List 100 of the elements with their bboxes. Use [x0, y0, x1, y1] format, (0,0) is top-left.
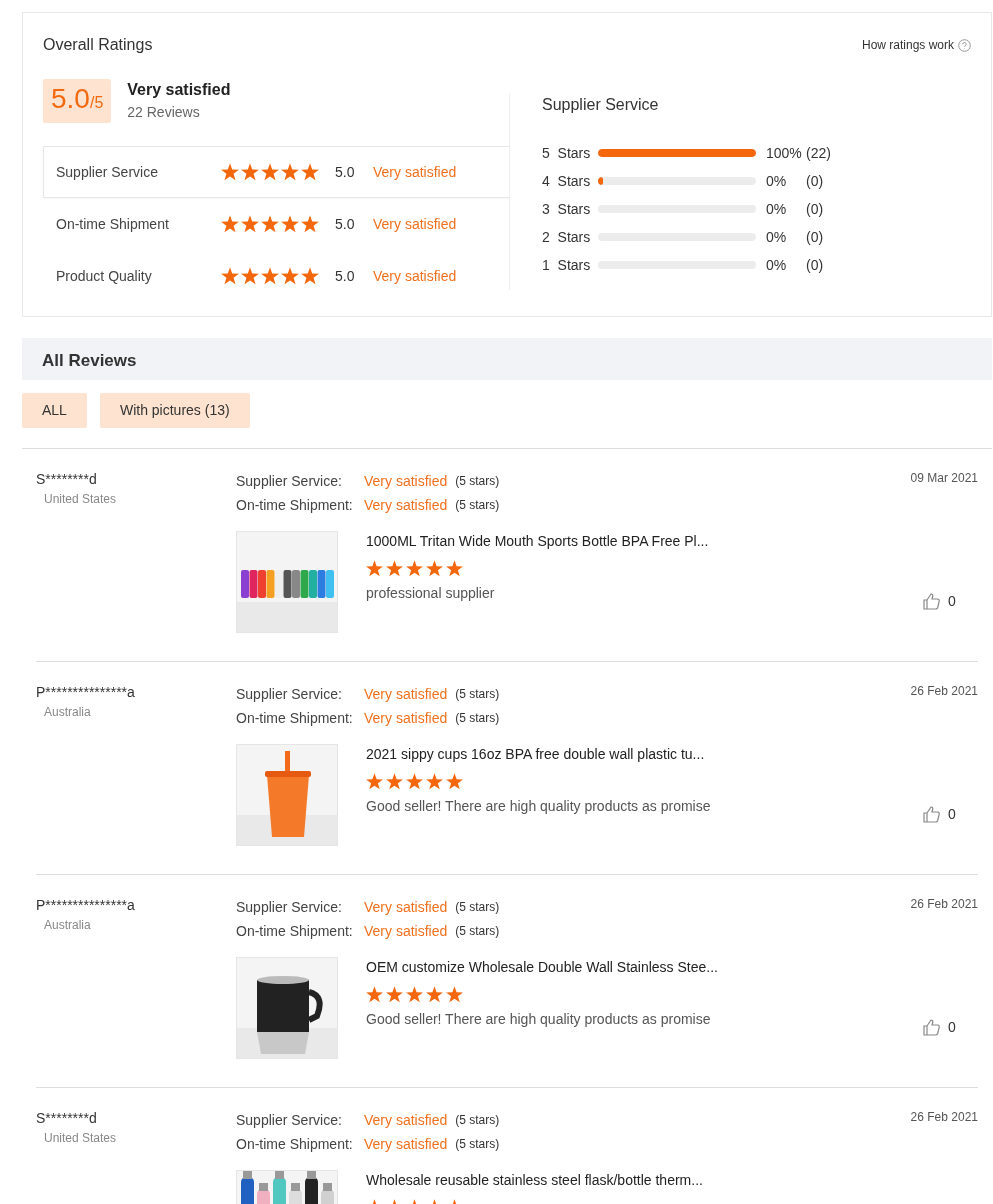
review-comment: professional supplier: [366, 584, 496, 603]
rating-verdict: Very satisfied: [373, 162, 457, 182]
rating-label: Supplier Service:: [236, 897, 343, 917]
rating-verdict: Very satisfied: [364, 1110, 448, 1130]
percent-text: 100%: [766, 143, 803, 163]
star-icon: [386, 773, 403, 790]
section-title: Overall Ratings: [43, 35, 153, 55]
rating-verdict: Very satisfied: [373, 266, 457, 286]
star-label: 1 Stars: [542, 255, 592, 275]
rating-verdict: Very satisfied: [364, 897, 448, 917]
rating-label: Supplier Service:: [236, 1110, 343, 1130]
reviewer-country: Australia: [44, 704, 92, 721]
star-icon: [281, 163, 299, 181]
filter-button[interactable]: ALL: [22, 393, 87, 428]
count-text: (0): [806, 255, 824, 275]
thumbs-up-icon[interactable]: [922, 805, 940, 823]
star-label: 2 Stars: [542, 227, 592, 247]
count-text: (0): [806, 171, 824, 191]
star-icon: [221, 215, 239, 233]
product-title[interactable]: 2021 sippy cups 16oz BPA free double wall plastic tu...: [366, 744, 922, 765]
rating-detail: (5 stars): [455, 923, 500, 940]
rating-verdict: Very satisfied: [364, 471, 448, 491]
star-icon: [406, 986, 423, 1003]
score-badge: 5.0/5: [43, 78, 112, 123]
review-date: 26 Feb 2021: [910, 896, 978, 913]
rating-detail: (5 stars): [455, 710, 500, 727]
section-header: All Reviews: [22, 338, 992, 380]
reviewer-name: P***************a: [36, 896, 136, 915]
count-text: (0): [806, 199, 824, 219]
star-icon: [366, 560, 383, 577]
star-icon: [241, 163, 259, 181]
product-title[interactable]: OEM customize Wholesale Double Wall Stainless Stee...: [366, 957, 922, 978]
rating-label: On-time Shipment:: [236, 921, 354, 941]
rating-value: 5.0: [335, 214, 356, 234]
reviewer-country: United States: [44, 491, 118, 508]
star-icon: [261, 163, 279, 181]
rating-row[interactable]: On-time Shipment 5.0 Very satisfied: [43, 198, 509, 250]
like-count: 0: [948, 804, 956, 824]
rating-value: 5.0: [335, 266, 356, 286]
rating-detail: (5 stars): [455, 1112, 500, 1129]
star-label: 4 Stars: [542, 171, 592, 191]
star-icon: [446, 986, 463, 1003]
thumbs-up-icon[interactable]: [922, 592, 940, 610]
reviewer-name: P***************a: [36, 683, 136, 702]
star-icon: [386, 986, 403, 1003]
star-label: 3 Stars: [542, 199, 592, 219]
star-icon: [406, 773, 423, 790]
rating-row[interactable]: Supplier Service 5.0 Very satisfied: [43, 146, 509, 198]
like-count: 0: [948, 1017, 956, 1037]
star-icon: [366, 986, 383, 1003]
category-label: Supplier Service: [56, 162, 159, 182]
rating-verdict: Very satisfied: [364, 1134, 448, 1154]
rating-detail: (5 stars): [455, 473, 500, 490]
star-icon: [446, 773, 463, 790]
review-count: 22 Reviews: [127, 103, 201, 122]
review-comment: Good seller! There are high quality products as promise: [366, 1010, 712, 1029]
count-text: (0): [806, 227, 824, 247]
rating-row[interactable]: Product Quality 5.0 Very satisfied: [43, 250, 509, 302]
star-icon: [366, 773, 383, 790]
percent-text: 0%: [766, 199, 788, 219]
rating-label: Supplier Service:: [236, 684, 343, 704]
star-icon: [426, 560, 443, 577]
product-title[interactable]: 1000ML Tritan Wide Mouth Sports Bottle BPA Free Pl...: [366, 531, 922, 552]
product-title[interactable]: Wholesale reusable stainless steel flask/bottle therm...: [366, 1170, 978, 1191]
filter-button[interactable]: With pictures (13): [99, 393, 250, 428]
rating-verdict: Very satisfied: [364, 495, 448, 515]
reviewer-country: Australia: [44, 917, 92, 934]
star-icon: [386, 560, 403, 577]
category-label: On-time Shipment: [56, 214, 170, 234]
rating-label: On-time Shipment:: [236, 1134, 354, 1154]
rating-detail: (5 stars): [455, 686, 500, 703]
star-icon: [241, 267, 259, 285]
percent-text: 0%: [766, 255, 788, 275]
star-icon: [281, 215, 299, 233]
reviewer-country: United States: [44, 1130, 118, 1147]
reviewer-name: S********d: [36, 470, 98, 489]
percent-text: 0%: [766, 227, 788, 247]
thumbs-up-icon[interactable]: [922, 1018, 940, 1036]
rating-verdict: Very satisfied: [364, 921, 448, 941]
category-label: Product Quality: [56, 266, 153, 286]
review-comment: Good seller! There are high quality products as promise: [366, 797, 712, 816]
review-date: 26 Feb 2021: [910, 1109, 978, 1126]
star-icon: [261, 215, 279, 233]
rating-detail: (5 stars): [455, 1136, 500, 1153]
star-label: 5 Stars: [542, 143, 592, 163]
star-icon: [426, 773, 443, 790]
help-link[interactable]: How ratings work: [861, 33, 971, 57]
star-icon: [426, 986, 443, 1003]
star-icon: [301, 163, 319, 181]
star-icon: [221, 163, 239, 181]
percent-text: 0%: [766, 171, 788, 191]
help-icon: [958, 38, 971, 52]
rating-detail: (5 stars): [455, 497, 500, 514]
review-date: 09 Mar 2021: [910, 470, 978, 487]
star-icon: [281, 267, 299, 285]
star-icon: [221, 267, 239, 285]
like-count: 0: [948, 591, 956, 611]
star-icon: [446, 560, 463, 577]
breakdown-title: Supplier Service: [542, 95, 660, 115]
review-date: 26 Feb 2021: [910, 683, 978, 700]
